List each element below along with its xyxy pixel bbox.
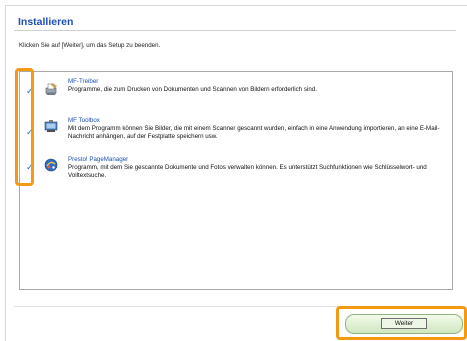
checkmarks-highlight: [15, 68, 34, 186]
toolbox-icon: [44, 119, 58, 133]
item-description: Mit dem Programm können Sie Bilder, die …: [68, 125, 440, 140]
printer-driver-icon: [44, 82, 58, 96]
pagemanager-icon: [44, 158, 58, 172]
title-divider: [14, 30, 456, 31]
item-description: Programme, die zum Drucken von Dokumente…: [68, 86, 318, 93]
item-description: Programm, mit dem Sie gescannte Dokument…: [68, 164, 427, 179]
item-name: MF Toolbox: [68, 117, 100, 124]
component-list: ✓ MF-Treiber Programme, die zum Drucken …: [19, 71, 453, 290]
page-title: Installieren: [18, 16, 74, 28]
next-button-highlight: [336, 306, 467, 340]
instruction-text: Klicken Sie auf [Weiter], um das Setup z…: [19, 42, 161, 49]
item-name: Presto! PageManager: [68, 156, 129, 163]
item-name: MF-Treiber: [68, 78, 99, 85]
